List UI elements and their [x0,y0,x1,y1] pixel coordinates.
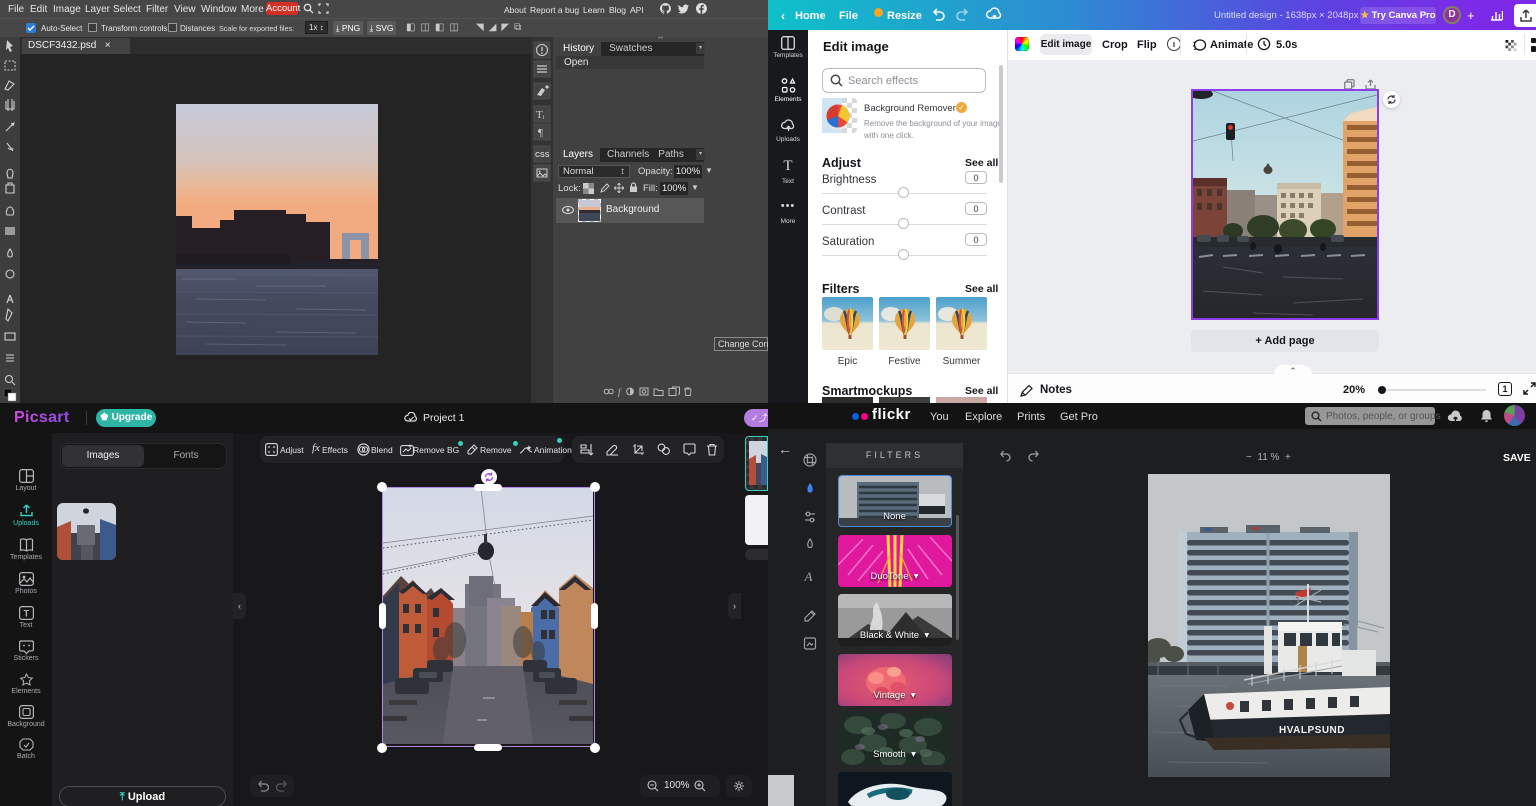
svg-text:¶: ¶ [538,127,543,139]
svg-text:HVALPSUND: HVALPSUND [1279,725,1345,736]
svg-text:CSS: CSS [535,152,550,159]
svg-text:Tᵢ: Tᵢ [536,109,545,121]
svg-text:A: A [804,569,813,584]
svg-text:T: T [24,609,30,619]
svg-text:f: f [618,387,622,397]
